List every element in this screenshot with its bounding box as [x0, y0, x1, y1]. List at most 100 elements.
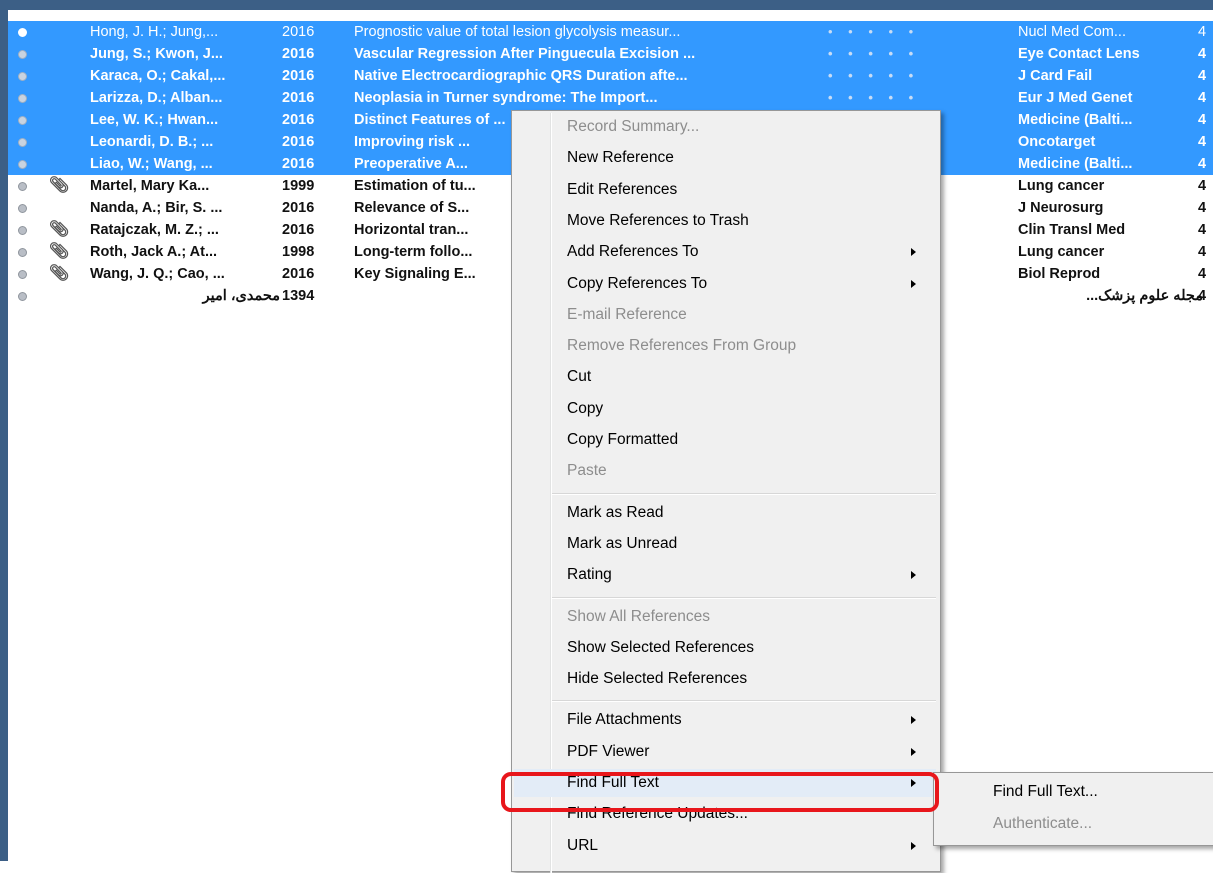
journal-cell: Clin Transl Med [1018, 222, 1126, 238]
table-row[interactable]: Hong, J. H.; Jung,... 2016 Prognostic valu… [8, 21, 1213, 43]
menu-item-label: Copy Formatted [567, 431, 679, 448]
paperclip-icon[interactable]: 📎︎ [48, 241, 70, 263]
journal-cell: Medicine (Balti... [1018, 156, 1133, 172]
menu-item-label: Mark as Unread [567, 534, 678, 552]
journal-cell: Nucl Med Com... [1018, 24, 1126, 40]
author-cell: Liao, W.; Wang, ... [90, 156, 213, 172]
year-cell: 1999 [282, 178, 315, 194]
menu-item-hide-selected-references[interactable]: Hide Selected References [514, 665, 936, 693]
menu-item-label: Hide Selected References [567, 670, 748, 688]
reference-type-cell: 4 [1198, 266, 1207, 282]
rating-cell[interactable]: • • • • • [828, 21, 978, 43]
menu-item-label: Move References to Trash [567, 211, 749, 229]
read-status-dot-icon [18, 116, 27, 125]
author-cell: Ratajczak, M. Z.; ... [90, 222, 219, 238]
year-cell: 2016 [282, 24, 315, 40]
menu-item-move-references-to-trash[interactable]: Move References to Trash [514, 207, 936, 235]
menu-item-copy-formatted[interactable]: Copy Formatted [514, 426, 936, 454]
menu-item-mark-as-unread[interactable]: Mark as Unread [514, 530, 936, 558]
title-cell: Vascular Regression After Pinguecula Exc… [354, 46, 696, 62]
menu-item-label: New Reference [567, 149, 674, 167]
reference-type-cell: 4 [1198, 90, 1207, 106]
year-cell: 2016 [282, 46, 315, 62]
author-cell: محمدی، امیر [202, 288, 280, 304]
menu-item-copy[interactable]: Copy [514, 395, 936, 423]
reference-type-cell: 4 [1198, 178, 1207, 194]
read-status-dot-icon [18, 182, 27, 191]
menu-item-edit-references[interactable]: Edit References [514, 176, 936, 204]
paperclip-icon[interactable]: 📎︎ [48, 175, 70, 197]
paperclip-icon[interactable]: 📎︎ [48, 263, 70, 285]
menu-item-label: Show All References [567, 607, 711, 625]
menu-item-rating[interactable]: Rating [514, 561, 936, 589]
menu-item-label: File Attachments [567, 711, 682, 729]
menu-item-paste: Paste [514, 457, 936, 485]
table-row[interactable]: Jung, S.; Kwon, J... 2016 Vascular Regress… [8, 43, 1213, 65]
submenu-item-find-full-text[interactable]: Find Full Text... [936, 778, 1213, 806]
author-cell: Leonardi, D. B.; ... [90, 134, 214, 150]
journal-cell: Biol Reprod [1018, 266, 1101, 282]
author-cell: Martel, Mary Ka... [90, 178, 210, 194]
menu-separator [552, 700, 936, 703]
year-cell: 2016 [282, 134, 315, 150]
menu-item-show-selected-references[interactable]: Show Selected References [514, 634, 936, 662]
author-cell: Karaca, O.; Cakal,... [90, 68, 226, 84]
window-top-border [0, 0, 1213, 10]
reference-type-cell: 4 [1198, 156, 1207, 172]
author-cell: Lee, W. K.; Hwan... [90, 112, 219, 128]
menu-item-label: Paste [567, 462, 607, 480]
rating-cell[interactable]: • • • • • [828, 43, 978, 65]
read-status-dot-icon [18, 204, 27, 213]
year-cell: 2016 [282, 200, 315, 216]
menu-item-copy-references-to[interactable]: Copy References To [514, 270, 936, 298]
submenu-arrow-icon [911, 716, 916, 725]
menu-item-cut[interactable]: Cut [514, 363, 936, 391]
paperclip-icon[interactable]: 📎︎ [48, 219, 70, 241]
year-cell: 2016 [282, 68, 315, 84]
menu-item-label: PDF Viewer [567, 742, 650, 760]
rating-cell[interactable]: • • • • • [828, 65, 978, 87]
author-cell: Nanda, A.; Bir, S. ... [90, 200, 223, 216]
submenu-item-label: Find Full Text... [993, 783, 1098, 800]
table-row[interactable]: Karaca, O.; Cakal,... 2016 Native Electroc… [8, 65, 1213, 87]
submenu-arrow-icon [911, 841, 916, 850]
menu-item-label: Add References To [567, 243, 699, 261]
read-status-dot-icon [18, 292, 27, 301]
menu-item-mark-as-read[interactable]: Mark as Read [514, 499, 936, 527]
author-cell: Larizza, D.; Alban... [90, 90, 223, 106]
year-cell: 2016 [282, 156, 315, 172]
menu-item-new-reference[interactable]: New Reference [514, 144, 936, 172]
submenu-item-authenticate: Authenticate... [936, 810, 1213, 838]
read-status-dot-icon [18, 94, 27, 103]
menu-item-label: URL [567, 836, 599, 854]
reference-type-cell: 4 [1198, 68, 1207, 84]
title-cell: Neoplasia in Turner syndrome: The Import… [354, 90, 658, 106]
read-status-dot-icon [18, 50, 27, 59]
table-row[interactable]: Larizza, D.; Alban... 2016 Neoplasia in Tu… [8, 87, 1213, 109]
menu-item-label: Copy References To [567, 274, 708, 292]
menu-item-label: E-mail Reference [567, 305, 687, 323]
submenu-arrow-icon [911, 279, 916, 288]
annotation-highlight-ring [501, 772, 939, 812]
menu-item-file-attachments[interactable]: File Attachments [514, 706, 936, 734]
menu-item-add-references-to[interactable]: Add References To [514, 238, 936, 266]
author-cell: Wang, J. Q.; Cao, ... [90, 266, 225, 282]
year-cell: 2016 [282, 90, 315, 106]
read-status-dot-icon [18, 28, 27, 37]
menu-item-label: Show Selected References [567, 638, 754, 656]
context-menu: Record Summary... New Reference Edit Refer… [511, 110, 941, 873]
menu-item-url[interactable]: URL [514, 832, 936, 860]
submenu-arrow-icon [911, 747, 916, 756]
rating-cell[interactable]: • • • • • [828, 87, 978, 109]
author-cell: Hong, J. H.; Jung,... [90, 24, 219, 40]
reference-type-cell: 4 [1198, 46, 1207, 62]
menu-item-pdf-viewer[interactable]: PDF Viewer [514, 738, 936, 766]
reference-type-cell: 4 [1198, 244, 1207, 260]
read-status-dot-icon [18, 138, 27, 147]
year-cell: 1394 [282, 288, 315, 304]
year-cell: 2016 [282, 266, 315, 282]
window-left-border [0, 0, 8, 861]
read-status-dot-icon [18, 226, 27, 235]
menu-item-label: Mark as Read [567, 503, 664, 521]
journal-cell: J Neurosurg [1018, 200, 1104, 216]
